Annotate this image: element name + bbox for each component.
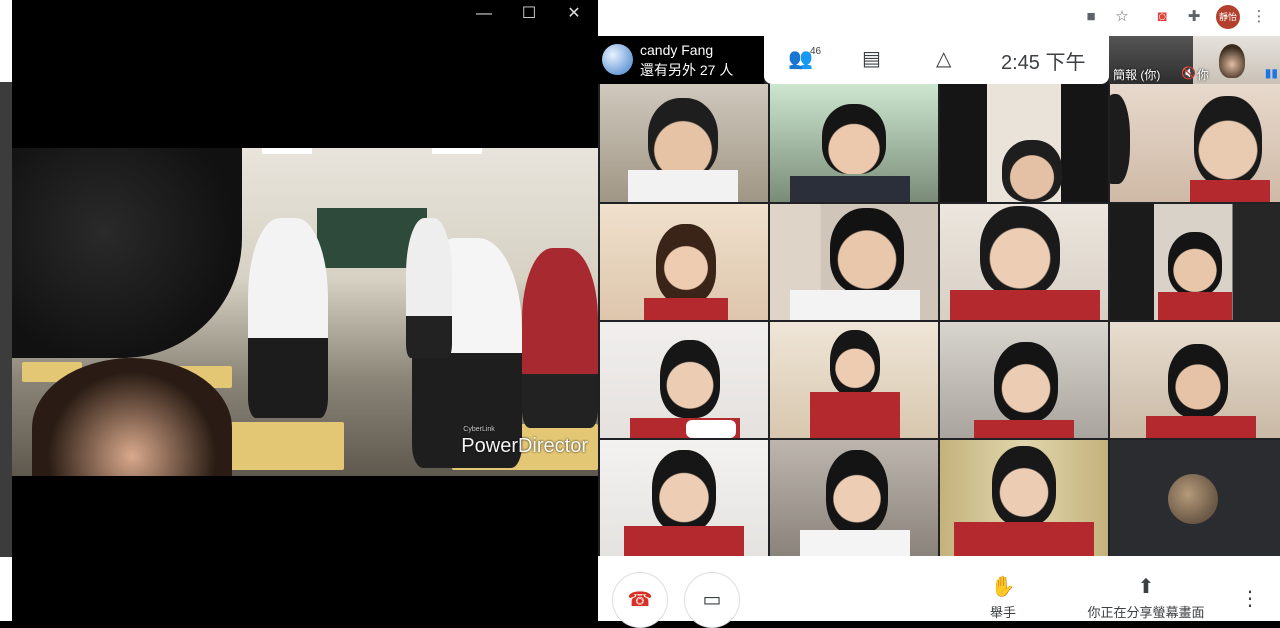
participant-face (826, 450, 888, 534)
activities-icon[interactable]: △ (936, 46, 951, 71)
participant-uniform (974, 420, 1074, 438)
participant-face (830, 208, 904, 294)
participant-tile[interactable] (940, 322, 1108, 438)
participant-tile[interactable] (770, 204, 938, 320)
chrome-menu-icon[interactable]: ⋮ (1248, 6, 1270, 28)
participant-face (1002, 140, 1062, 202)
participant-face (994, 342, 1058, 422)
profile-avatar[interactable]: 靜怡 (1216, 5, 1240, 29)
participant-tile[interactable] (1110, 84, 1280, 202)
presenter-others: 還有另外 27 人 (640, 62, 734, 78)
participant-uniform (1190, 180, 1270, 202)
participant-tile[interactable] (770, 440, 938, 556)
participant-face (652, 450, 716, 532)
extensions-icon[interactable]: ✚ (1183, 6, 1205, 28)
participant-uniform (624, 526, 744, 556)
people-count: 46 (810, 46, 822, 57)
participant-phone (790, 176, 910, 202)
mic-off-icon: 🔇 (1181, 66, 1196, 80)
participant-uniform (628, 170, 738, 202)
participant-tile[interactable] (600, 440, 768, 556)
close-button[interactable]: ✕ (554, 4, 594, 24)
desktop-edge (0, 0, 12, 621)
student-figure (248, 218, 328, 418)
present-screen-button[interactable]: ⬆ 你正在分享螢幕畫面 (1082, 574, 1210, 621)
video-frame[interactable]: CyberLink PowerDirector (12, 148, 598, 476)
participant-uniform (644, 298, 728, 320)
presenter-info: candy Fang 還有另外 27 人 (598, 36, 764, 84)
participant-tile[interactable] (1110, 440, 1280, 556)
participant-face (656, 224, 716, 304)
watermark-brand: CyberLink (463, 426, 495, 433)
participant-tile[interactable] (940, 84, 1108, 202)
meet-controls: ☎ ▭ ✋ 舉手 ⬆ 你正在分享螢幕畫面 ⋮ (598, 556, 1280, 628)
student-figure (406, 218, 452, 358)
participant-avatar (1168, 474, 1218, 524)
browser-toolbar: ■ ☆ ◙ ✚ 靜怡 ⋮ (598, 0, 1280, 36)
pocket-icon[interactable]: ◙ (1151, 6, 1173, 28)
participant-face (660, 340, 720, 418)
minimize-button[interactable]: — (464, 4, 504, 24)
hand-icon: ✋ (990, 576, 1016, 598)
meeting-clock: 2:45 下午 (1001, 52, 1086, 74)
participant-tile[interactable] (770, 84, 938, 202)
participant-face (980, 206, 1060, 296)
meet-window: candy Fang 還有另外 27 人 👥 46 ▤ △ 2:45 下午 簡報… (598, 36, 1280, 628)
presenter-name: candy Fang (640, 42, 714, 58)
raise-hand-label: 舉手 (989, 605, 1016, 620)
participant-face (1194, 96, 1262, 186)
participant-tile[interactable] (600, 322, 768, 438)
participant-face (830, 330, 880, 396)
chat-icon[interactable]: ▤ (862, 46, 881, 71)
maximize-button[interactable]: ☐ (509, 4, 549, 24)
participant-uniform (1146, 416, 1256, 438)
camera-icon[interactable]: ■ (1080, 6, 1102, 28)
watermark: CyberLink PowerDirector (461, 426, 588, 458)
participant-face (648, 98, 718, 178)
participant-uniform (954, 522, 1094, 556)
presenting-label: 你正在分享螢幕畫面 (1087, 605, 1205, 620)
participant-face (1168, 232, 1222, 296)
desk (218, 422, 344, 470)
self-label: 你 (1197, 68, 1210, 82)
participant-uniform (950, 290, 1100, 320)
hangup-icon[interactable]: ☎ (612, 572, 668, 628)
participant-face (822, 104, 886, 174)
participant-grid (598, 84, 1280, 556)
blurred-foreground (12, 148, 242, 358)
raise-hand-button[interactable]: ✋ 舉手 (978, 574, 1028, 621)
student-figure (522, 248, 598, 428)
self-view[interactable]: 簡報 (你) 🔇 你 ▮▮ (1109, 36, 1280, 84)
participant-face (992, 446, 1056, 526)
participant-face (1168, 344, 1228, 418)
participant-phone (686, 420, 736, 438)
participant-tile[interactable] (940, 440, 1108, 556)
meet-top-bar: 👥 46 ▤ △ 2:45 下午 (764, 36, 1109, 84)
participant-uniform (1158, 292, 1232, 320)
video-player-window: — ☐ ✕ CyberLink PowerDirector (12, 0, 598, 621)
star-icon[interactable]: ☆ (1111, 6, 1133, 28)
presenter-avatar (602, 44, 633, 75)
presentation-label: 簡報 (你) (1113, 68, 1161, 82)
participant-tile[interactable] (940, 204, 1108, 320)
participant-uniform (790, 290, 920, 320)
self-face (1219, 44, 1245, 78)
participant-tile[interactable] (600, 204, 768, 320)
participant-uniform (800, 530, 910, 556)
watermark-text: PowerDirector (461, 435, 588, 457)
present-icon: ⬆ (1137, 576, 1155, 598)
participant-tile[interactable] (1110, 322, 1280, 438)
ceiling-light (432, 148, 482, 154)
ceiling-light (262, 148, 312, 154)
participant-tile[interactable] (600, 84, 768, 202)
camera-icon[interactable]: ▭ (684, 572, 740, 628)
participant-uniform (810, 392, 900, 438)
participant-tile[interactable] (1110, 204, 1280, 320)
audio-level-icon: ▮▮ (1264, 66, 1278, 80)
more-options-icon[interactable]: ⋮ (1240, 586, 1260, 611)
participant-tile[interactable] (770, 322, 938, 438)
desktop-edge-shadow (0, 82, 12, 557)
